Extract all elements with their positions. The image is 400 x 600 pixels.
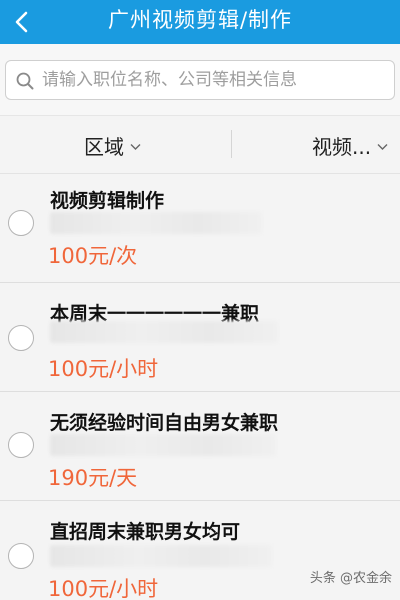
job-title: 直招周末兼职男女均可	[50, 521, 241, 543]
job-pay: 100元/次	[48, 244, 138, 268]
job-pay: 100元/小时	[48, 357, 159, 381]
job-select-radio[interactable]	[8, 432, 34, 458]
search-section	[0, 44, 400, 116]
header-bar: 广州视频剪辑/制作	[0, 0, 400, 44]
job-pay: 190元/天	[48, 466, 138, 490]
job-title: 视频剪辑制作	[50, 190, 165, 212]
job-list-item[interactable]: 视频剪辑制作 100元/次	[0, 174, 400, 283]
page-title: 广州视频剪辑/制作	[107, 8, 293, 32]
chevron-down-icon	[130, 144, 141, 150]
filter-bar: 区域 视频...	[0, 116, 400, 174]
job-list-item[interactable]: 无须经验时间自由男女兼职 190元/天	[0, 392, 400, 501]
job-list: 视频剪辑制作 100元/次 本周末一一一一一一兼职 100元/小时 无须经验时间…	[0, 174, 400, 600]
search-box[interactable]	[5, 60, 395, 100]
filter-video-dropdown[interactable]: 视频...	[312, 116, 388, 174]
job-details-redacted	[50, 434, 276, 456]
job-details-redacted	[50, 321, 278, 343]
search-input[interactable]	[42, 61, 387, 99]
job-select-radio[interactable]	[8, 325, 34, 351]
filter-area-label: 区域	[84, 134, 124, 159]
job-details-redacted	[50, 212, 262, 234]
filter-video-label: 视频...	[312, 134, 372, 159]
app-screen: 广州视频剪辑/制作 区域 视频... 视频剪辑制作	[0, 0, 400, 600]
job-select-radio[interactable]	[8, 210, 34, 236]
watermark: 头条 @农金余	[309, 571, 392, 586]
filter-divider	[231, 130, 232, 158]
filter-area-dropdown[interactable]: 区域	[84, 116, 141, 174]
job-details-redacted	[50, 545, 272, 567]
chevron-down-icon	[377, 144, 388, 150]
job-title: 无须经验时间自由男女兼职	[50, 412, 279, 434]
job-pay: 100元/小时	[48, 577, 159, 600]
job-select-radio[interactable]	[8, 543, 34, 569]
job-list-item[interactable]: 本周末一一一一一一兼职 100元/小时	[0, 283, 400, 392]
search-icon	[16, 72, 34, 90]
